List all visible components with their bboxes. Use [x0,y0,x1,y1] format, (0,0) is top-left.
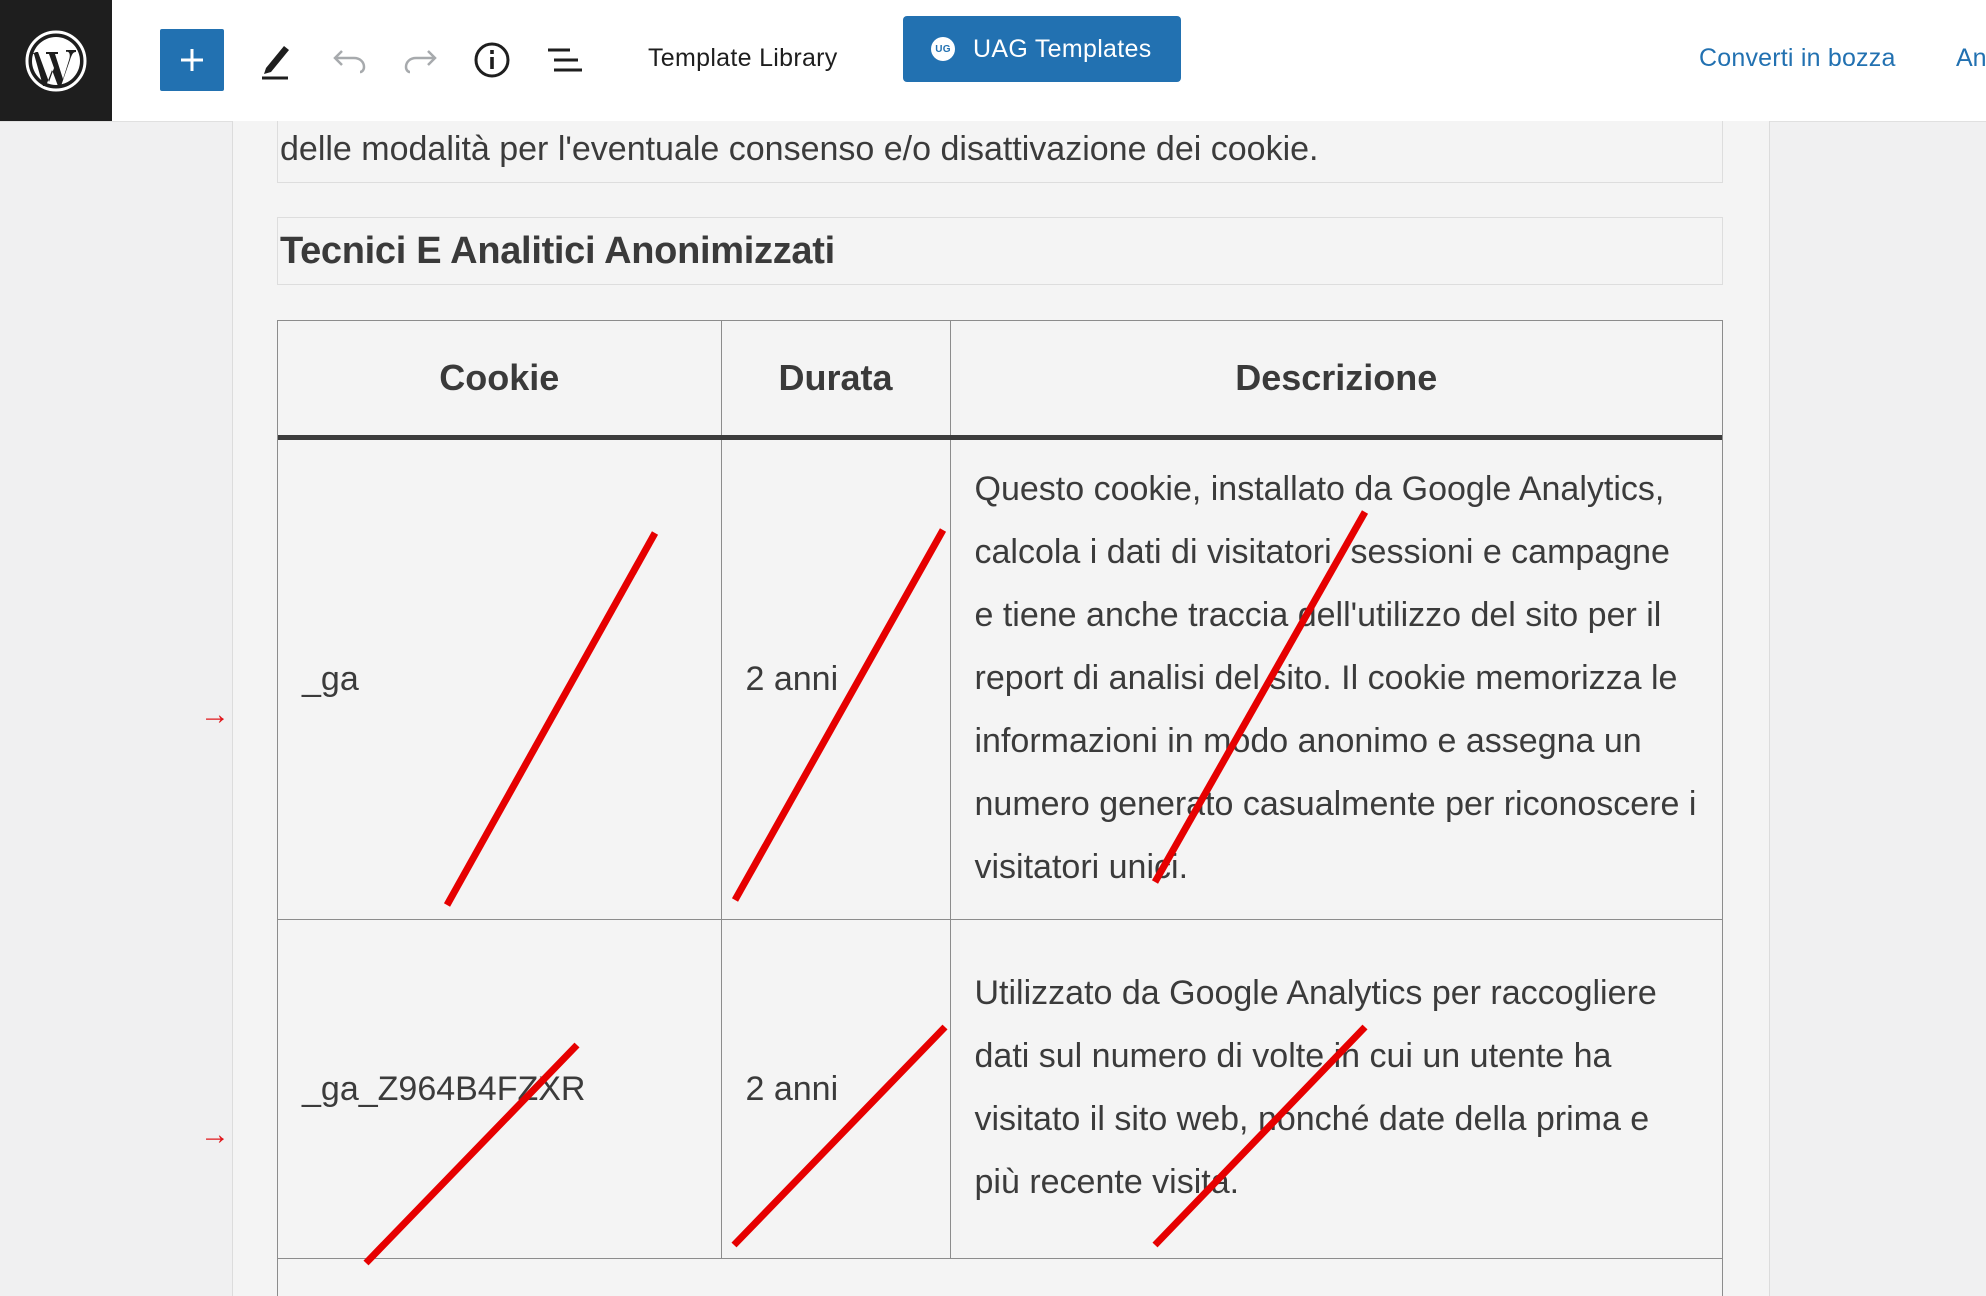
preview-button[interactable]: An [1956,44,1986,73]
table-header-description: Descrizione [950,321,1722,440]
uag-templates-button[interactable]: UG UAG Templates [903,16,1181,82]
template-library-link[interactable]: Template Library [648,44,838,73]
pencil-icon [262,46,289,80]
plus-icon [181,49,203,71]
annotation-arrow-icon: → [200,1118,230,1151]
cookie-table[interactable]: Cookie Durata Descrizione _ga 2 anni Que… [277,320,1723,1296]
editor-canvas: delle modalità per l'eventuale consenso … [232,121,1770,1296]
table-row: _ga_Z964B4FZXR 2 anni Utilizzato da Goog… [278,919,1722,1259]
undo-icon [333,50,366,74]
cookie-name-cell[interactable]: _ga_Z964B4FZXR [278,919,722,1259]
description-cell[interactable]: Utilizzato da Google Analytics per racco… [950,919,1722,1259]
description-cell[interactable]: Questo cookie, installato da Google Anal… [950,437,1722,920]
convert-to-draft-button[interactable]: Converti in bozza [1699,44,1896,73]
tools-button[interactable] [252,34,300,86]
document-overview-button[interactable] [540,34,590,86]
table-row: _ga 2 anni Questo cookie, installato da … [278,437,1722,920]
table-header-cookie: Cookie [278,321,722,440]
redo-icon [404,50,437,74]
wordpress-logo-icon[interactable] [0,0,112,121]
editor-toolbar: Template Library UG UAG Templates Conver… [0,0,1986,122]
duration-cell[interactable]: 2 anni [721,919,951,1259]
add-block-button[interactable] [160,29,224,91]
heading-block[interactable]: Tecnici E Analitici Anonimizzati [277,217,1723,285]
paragraph-block[interactable]: delle modalità per l'eventuale consenso … [277,121,1723,183]
redo-button[interactable] [396,34,444,86]
list-view-icon [548,48,582,72]
annotation-arrow-icon: → [200,698,230,731]
info-icon [474,42,510,78]
uag-templates-label: UAG Templates [973,34,1152,63]
uag-logo-icon: UG [931,37,955,61]
duration-cell[interactable]: 2 anni [721,437,951,920]
details-button[interactable] [468,34,516,86]
undo-button[interactable] [326,34,374,86]
cookie-name-cell[interactable]: _ga [278,437,722,920]
table-header-duration: Durata [721,321,951,440]
